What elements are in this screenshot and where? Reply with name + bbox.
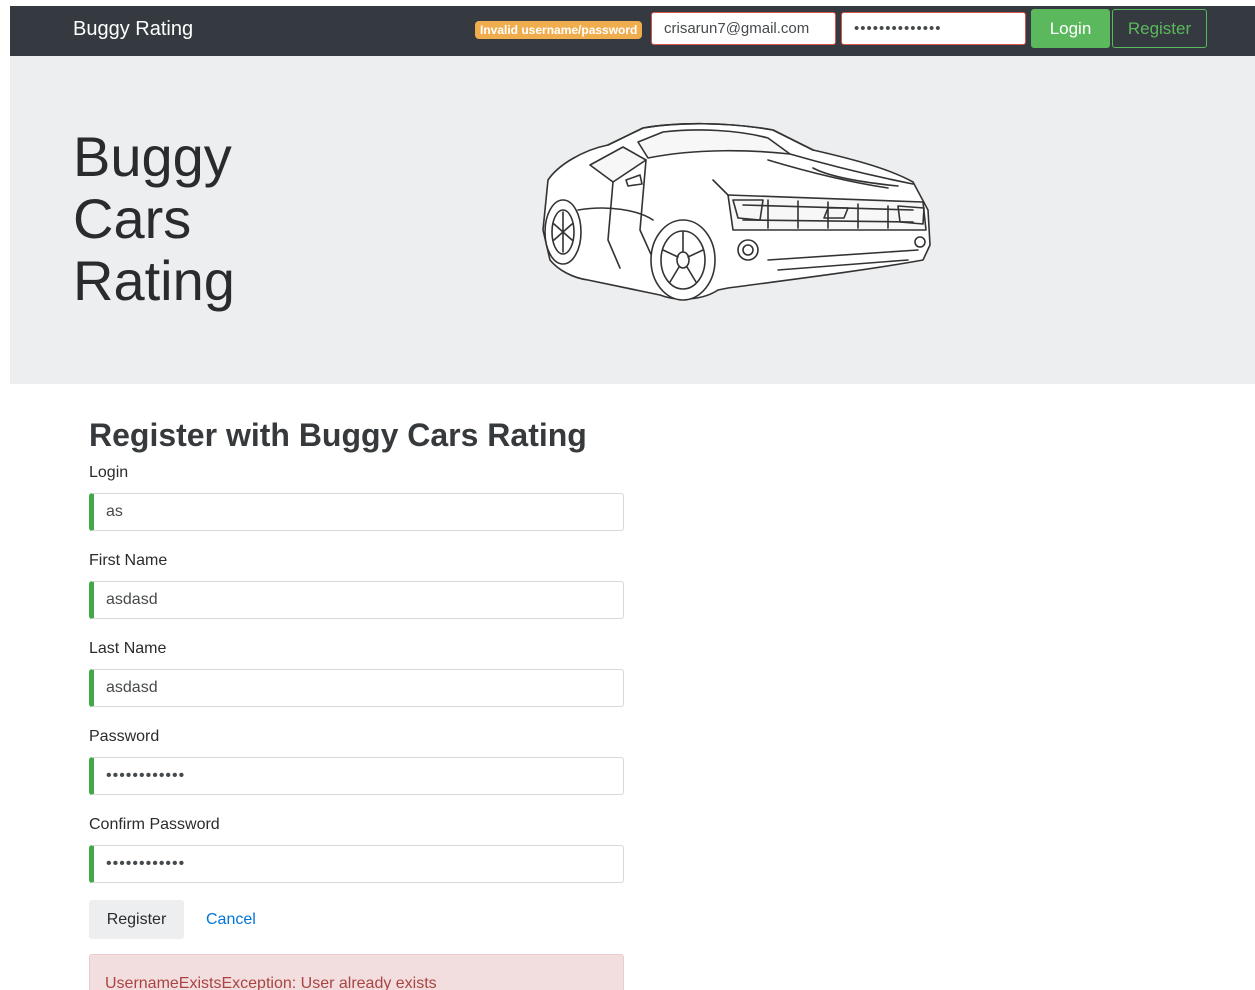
login-label: Login [89,464,129,481]
register-nav-button[interactable]: Register [1112,9,1207,48]
hero-title-line: Buggy [73,125,232,188]
login-input[interactable] [89,493,624,531]
confirm-password-input[interactable] [89,845,624,883]
login-username-input[interactable] [651,12,836,45]
hero-title-line: Rating [73,249,235,312]
hero-title: Buggy Cars Rating [73,126,235,312]
last-name-input[interactable] [89,669,624,707]
top-navbar: Buggy Rating Invalid username/password L… [10,6,1255,56]
cancel-link[interactable]: Cancel [206,910,256,930]
confirm-password-label: Confirm Password [89,816,220,833]
first-name-label: First Name [89,552,168,569]
hero-banner: Buggy Cars Rating [10,56,1255,384]
login-button[interactable]: Login [1031,9,1110,48]
car-sketch-image [542,122,931,301]
page: Buggy Rating Invalid username/password L… [0,0,1255,990]
hero-title-line: Cars [73,187,192,250]
first-name-input[interactable] [89,581,624,619]
register-submit-button[interactable]: Register [89,900,184,939]
error-alert: UsernameExistsException: User already ex… [89,954,624,990]
password-input[interactable] [89,757,624,795]
form-title: Register with Buggy Cars Rating [89,417,587,453]
login-password-input[interactable] [841,12,1026,45]
last-name-label: Last Name [89,640,167,657]
brand-link[interactable]: Buggy Rating [73,17,193,41]
login-error-badge: Invalid username/password [475,21,643,39]
password-label: Password [89,728,160,745]
